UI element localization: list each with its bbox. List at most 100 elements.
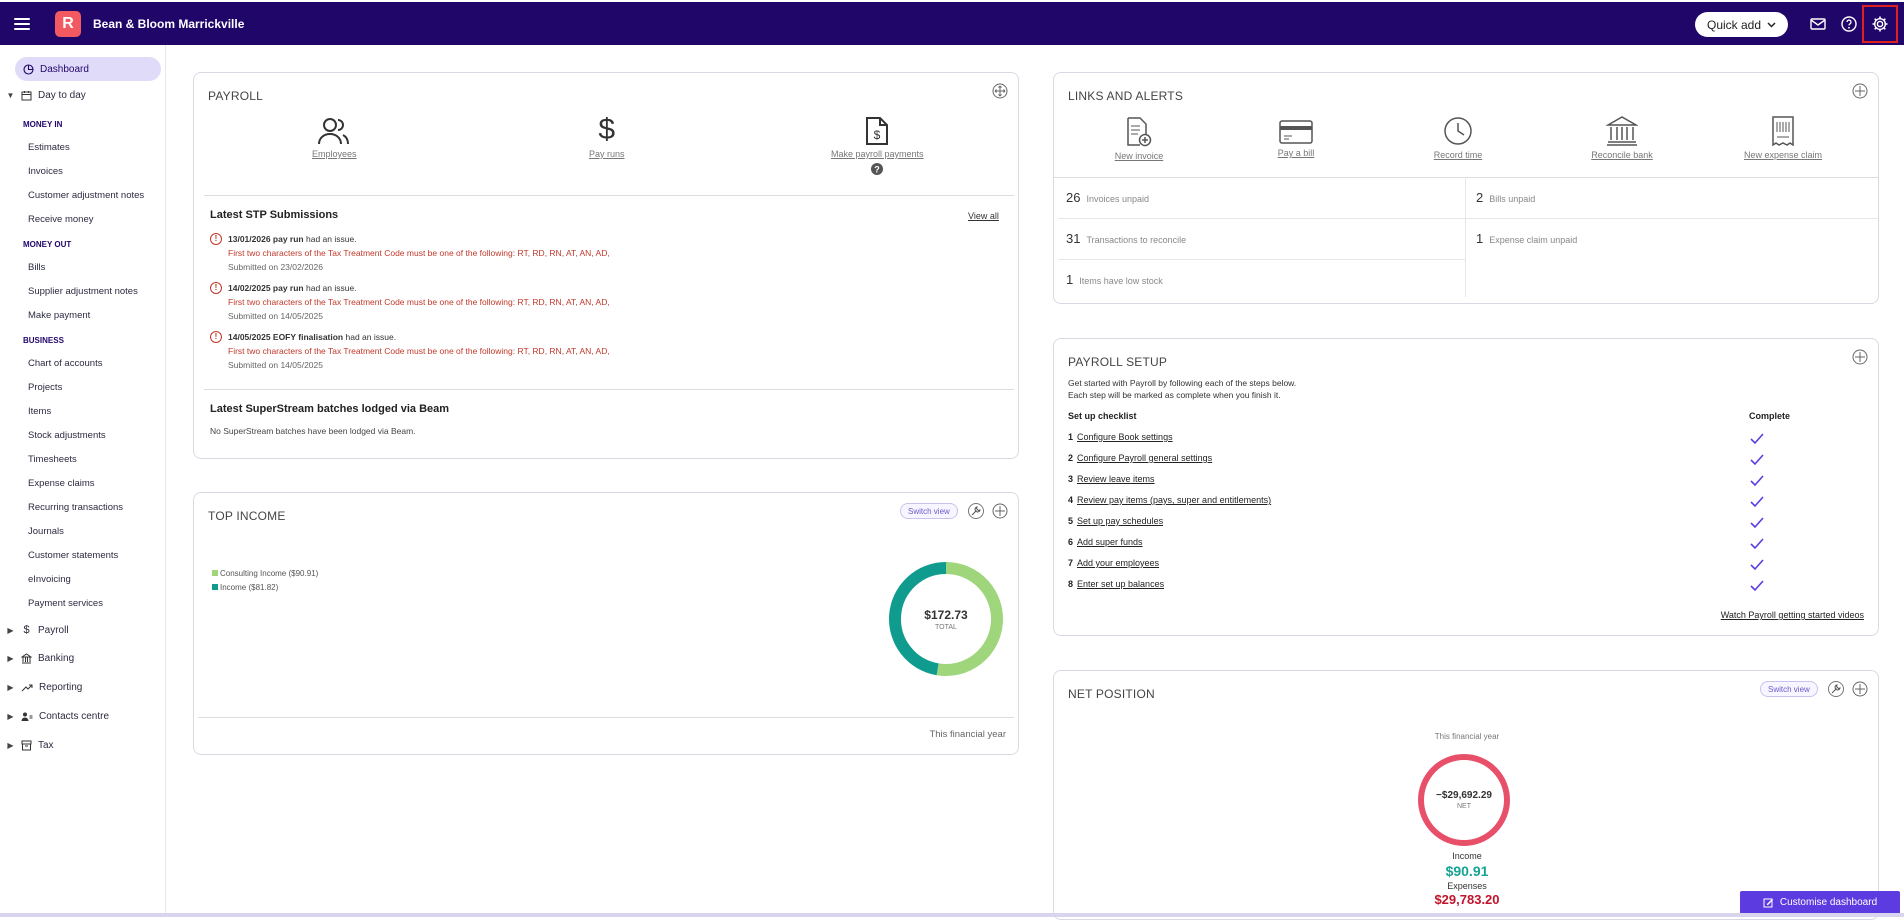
switch-view-button[interactable]: Switch view (1760, 681, 1818, 697)
step-link[interactable]: Add super funds (1077, 537, 1143, 547)
invoices-unpaid-alert[interactable]: 26 Invoices unpaid (1066, 190, 1149, 205)
low-stock-alert[interactable]: 1 Items have low stock (1066, 272, 1163, 287)
reconcile-bank-link[interactable]: Reconcile bank (1577, 116, 1667, 160)
legend-item: Income ($81.82) (212, 581, 318, 595)
sidebar-item-recurring-transactions[interactable]: Recurring transactions (28, 502, 123, 513)
settings-button[interactable] (1862, 5, 1898, 43)
move-icon[interactable] (1852, 349, 1868, 365)
alert-label: Transactions to reconcile (1086, 235, 1187, 245)
intro-line: Each step will be marked as complete whe… (1068, 390, 1281, 400)
sidebar-item-customer-adjustment-notes[interactable]: Customer adjustment notes (28, 190, 144, 201)
sidebar-item-payment-services[interactable]: Payment services (28, 598, 103, 609)
divider (1058, 218, 1878, 219)
sidebar-item-make-payment[interactable]: Make payment (28, 310, 90, 321)
settings-wrench-button[interactable] (1828, 681, 1844, 697)
step-link[interactable]: Review leave items (1077, 474, 1155, 484)
calendar-icon (21, 91, 32, 101)
caret-right-icon: ▶ (7, 654, 14, 663)
move-icon[interactable] (992, 503, 1008, 519)
bills-unpaid-alert[interactable]: 2 Bills unpaid (1476, 190, 1535, 205)
employees-link[interactable]: Employees (312, 117, 357, 159)
checklist-step: 1 Configure Book settings (1068, 432, 1173, 442)
pay-bill-link[interactable]: Pay a bill (1251, 120, 1341, 158)
move-icon[interactable] (1852, 681, 1868, 697)
checkmark-icon (1750, 475, 1764, 487)
donut-slice-income[interactable] (889, 562, 947, 676)
sidebar-item-items[interactable]: Items (28, 406, 51, 417)
sidebar-item-chart-of-accounts[interactable]: Chart of accounts (28, 358, 102, 369)
move-icon[interactable] (1852, 83, 1868, 99)
sidebar-item-payroll[interactable]: ▶ $ Payroll (6, 624, 68, 636)
submission-heading[interactable]: 14/05/2025 EOFY finalisation (228, 332, 343, 342)
customise-label: Customise dashboard (1779, 897, 1878, 908)
sidebar-item-invoices[interactable]: Invoices (28, 166, 63, 177)
new-expense-claim-label: New expense claim (1743, 150, 1823, 160)
help-icon[interactable] (1840, 15, 1858, 33)
move-icon[interactable] (992, 83, 1008, 99)
step-number: 5 (1068, 516, 1074, 526)
sidebar-item-estimates[interactable]: Estimates (28, 142, 70, 153)
record-time-link[interactable]: Record time (1413, 116, 1503, 160)
step-number: 7 (1068, 558, 1074, 568)
links-alerts-title: LINKS AND ALERTS (1068, 89, 1184, 103)
submission-date: Submitted on 14/05/2025 (228, 311, 323, 321)
payroll-videos-link[interactable]: Watch Payroll getting started videos (1721, 610, 1864, 620)
expenses-label: Expenses (1447, 881, 1487, 891)
hamburger-menu-icon[interactable] (14, 17, 30, 30)
sidebar-item-customer-statements[interactable]: Customer statements (28, 550, 118, 561)
sidebar-item-contacts-centre[interactable]: ▶ Contacts centre (6, 711, 109, 722)
help-icon[interactable]: ? (871, 163, 884, 175)
view-all-link[interactable]: View all (968, 211, 999, 221)
sidebar-item-supplier-adjustment-notes[interactable]: Supplier adjustment notes (28, 286, 138, 297)
quick-add-button[interactable]: Quick add (1695, 12, 1788, 37)
submission-error: First two characters of the Tax Treatmen… (228, 346, 610, 356)
checkmark-icon (1750, 454, 1764, 466)
chevron-down-icon (1767, 21, 1776, 28)
svg-text:$: $ (874, 128, 881, 142)
business-name[interactable]: Bean & Bloom Marrickville (93, 17, 244, 31)
sidebar-item-label: Day to day (38, 90, 86, 101)
step-link[interactable]: Add your employees (1077, 558, 1159, 568)
checklist-header: Set up checklist (1068, 411, 1137, 421)
step-link[interactable]: Configure Payroll general settings (1077, 453, 1212, 463)
mail-icon[interactable] (1809, 15, 1827, 33)
new-expense-claim-link[interactable]: New expense claim (1738, 116, 1828, 160)
expense-claim-unpaid-alert[interactable]: 1 Expense claim unpaid (1476, 231, 1577, 246)
step-link[interactable]: Set up pay schedules (1077, 516, 1163, 526)
sidebar-item-reporting[interactable]: ▶ Reporting (6, 682, 82, 693)
sidebar-item-timesheets[interactable]: Timesheets (28, 454, 77, 465)
sidebar-item-bills[interactable]: Bills (28, 262, 45, 273)
submission-heading[interactable]: 13/01/2026 pay run (228, 234, 304, 244)
sidebar-item-day-to-day[interactable]: ▼ Day to day (6, 90, 86, 101)
sidebar-item-receive-money[interactable]: Receive money (28, 214, 93, 225)
pay-runs-link[interactable]: $ Pay runs (589, 115, 625, 160)
net-center: −$29,692.29 NET (1417, 753, 1511, 847)
switch-view-button[interactable]: Switch view (900, 503, 958, 519)
customise-dashboard-button[interactable]: Customise dashboard (1740, 891, 1900, 914)
step-number: 6 (1068, 537, 1074, 547)
sidebar-item-projects[interactable]: Projects (28, 382, 62, 393)
sidebar-item-expense-claims[interactable]: Expense claims (28, 478, 95, 489)
step-link[interactable]: Review pay items (pays, super and entitl… (1077, 495, 1271, 505)
submission-heading[interactable]: 14/02/2025 pay run (228, 283, 304, 293)
checklist-step: 4 Review pay items (pays, super and entit… (1068, 495, 1271, 505)
settings-wrench-button[interactable] (968, 503, 984, 519)
sidebar-item-tax[interactable]: ▶ Tax (6, 740, 53, 751)
net-position-title: NET POSITION (1068, 687, 1155, 701)
new-invoice-link[interactable]: New invoice (1094, 117, 1184, 161)
sidebar-item-stock-adjustments[interactable]: Stock adjustments (28, 430, 106, 441)
alert-icon: ! (210, 233, 222, 245)
submission-tail: had an issue. (305, 283, 357, 293)
divider (204, 389, 1014, 390)
make-payroll-payments-link[interactable]: $ Make payroll payments ? (831, 117, 924, 175)
sidebar-item-journals[interactable]: Journals (28, 526, 64, 537)
document-dollar-icon: $ (866, 117, 889, 145)
donut-slice-consulting-income[interactable] (936, 562, 1003, 676)
sidebar-item-dashboard[interactable]: Dashboard (15, 57, 161, 81)
step-link[interactable]: Enter set up balances (1077, 579, 1164, 589)
transactions-reconcile-alert[interactable]: 31 Transactions to reconcile (1066, 231, 1186, 246)
bottom-scrollbar[interactable] (0, 913, 1904, 917)
sidebar-item-einvoicing[interactable]: eInvoicing (28, 574, 71, 585)
sidebar-item-banking[interactable]: ▶ Banking (6, 653, 74, 664)
step-link[interactable]: Configure Book settings (1077, 432, 1173, 442)
